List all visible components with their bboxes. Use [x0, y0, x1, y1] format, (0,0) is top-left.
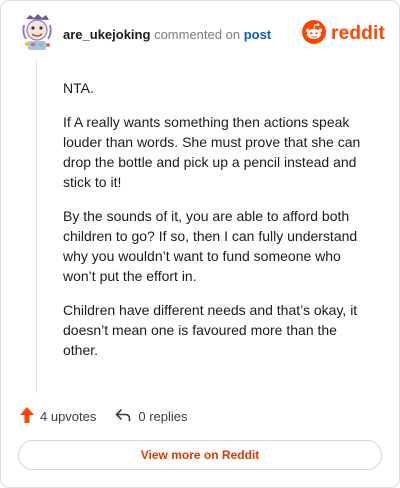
comment-paragraph: If A really wants something then actions…: [63, 114, 361, 190]
comment-embed-card: are_ukejoking commented on post reddit N…: [0, 0, 400, 488]
thread-line: [36, 59, 37, 393]
comment-header: are_ukejoking commented on post reddit: [1, 1, 399, 67]
reply-arrow-icon: [115, 408, 131, 425]
replies-count: 0 replies: [138, 408, 188, 424]
upvote-count: 4 upvotes: [40, 408, 97, 424]
comment-paragraph: By the sounds of it, you are able to aff…: [63, 208, 358, 284]
post-link[interactable]: post: [244, 27, 271, 42]
user-avatar[interactable]: [20, 13, 54, 51]
reddit-snoo-icon: [302, 19, 327, 49]
reddit-brand-link[interactable]: reddit: [302, 19, 385, 49]
comment-body: NTA. If A really wants something then ac…: [63, 78, 375, 374]
upvote-button[interactable]: 4 upvotes: [19, 406, 96, 427]
replies-button[interactable]: 0 replies: [115, 408, 188, 425]
view-more-button[interactable]: View more on Reddit: [18, 440, 382, 470]
comment-paragraph: NTA.: [63, 80, 94, 96]
upvote-arrow-icon: [19, 406, 35, 427]
reddit-wordmark: reddit: [331, 23, 385, 44]
comment-paragraph: Children have different needs and that’s…: [63, 302, 358, 358]
username-link[interactable]: are_ukejoking: [63, 27, 150, 42]
action-text: commented on: [154, 27, 241, 42]
comment-footer: 4 upvotes 0 replies: [19, 405, 188, 427]
comment-byline: are_ukejoking commented on post: [63, 27, 271, 43]
